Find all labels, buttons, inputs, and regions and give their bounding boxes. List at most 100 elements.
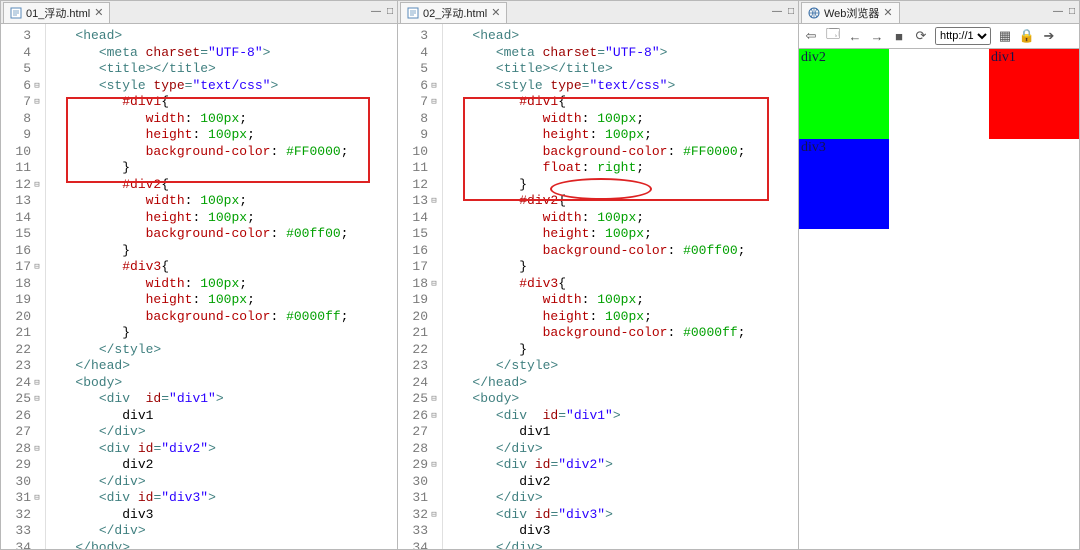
line-number[interactable]: 10 [1,144,43,161]
fold-icon[interactable]: ⊟ [33,177,41,194]
line-number[interactable]: 25⊟ [1,391,43,408]
line-number[interactable]: 13⊟ [398,193,440,210]
code-line[interactable]: background-color: #0000ff; [52,309,391,326]
line-number[interactable]: 25⊟ [398,391,440,408]
fold-icon[interactable]: ⊟ [430,408,438,425]
line-number[interactable]: 17⊟ [1,259,43,276]
line-number[interactable]: 15 [398,226,440,243]
stop-icon[interactable]: ■ [891,28,907,44]
code-line[interactable]: div3 [52,507,391,524]
minimize-icon[interactable]: — [371,7,381,17]
line-number[interactable]: 18⊟ [398,276,440,293]
line-number[interactable]: 15 [1,226,43,243]
code-line[interactable]: </style> [449,358,792,375]
line-number[interactable]: 16 [398,243,440,260]
line-number[interactable]: 9 [1,127,43,144]
line-number[interactable]: 18 [1,276,43,293]
code-line[interactable]: } [449,177,792,194]
maximize-icon[interactable]: □ [387,7,393,17]
line-number[interactable]: 12 [398,177,440,194]
fold-icon[interactable]: ⊟ [33,94,41,111]
fold-icon[interactable]: ⊟ [430,391,438,408]
line-number[interactable]: 33 [398,523,440,540]
code-line[interactable]: <body> [449,391,792,408]
go-icon[interactable]: ➔ [1041,28,1057,44]
code-line[interactable]: width: 100px; [52,111,391,128]
line-number[interactable]: 23 [1,358,43,375]
line-number[interactable]: 7⊟ [1,94,43,111]
editor-2[interactable]: 3456⊟7⊟8910111213⊟1415161718⊟19202122232… [398,24,798,549]
refresh-icon[interactable]: ⟳ [913,28,929,44]
lock-icon[interactable]: 🔒 [1019,28,1035,44]
line-number[interactable]: 22 [398,342,440,359]
code-line[interactable]: <div id="div1"> [449,408,792,425]
code-line[interactable]: background-color: #00ff00; [449,243,792,260]
code-line[interactable]: #div1{ [449,94,792,111]
line-number[interactable]: 14 [1,210,43,227]
fold-icon[interactable]: ⊟ [33,441,41,458]
tab-02-float[interactable]: 02_浮动.html ✕ [400,2,507,23]
code-line[interactable]: } [52,325,391,342]
editor-1[interactable]: 3456⊟7⊟89101112⊟1314151617⊟1819202122232… [1,24,397,549]
tab-web-browser[interactable]: Web浏览器 ✕ [801,2,900,23]
line-gutter[interactable]: 3456⊟7⊟89101112⊟1314151617⊟1819202122232… [1,24,46,549]
code-line[interactable]: width: 100px; [449,111,792,128]
code-line[interactable]: div1 [449,424,792,441]
line-number[interactable]: 19 [398,292,440,309]
code-line[interactable]: height: 100px; [449,309,792,326]
code-line[interactable]: </body> [52,540,391,550]
line-number[interactable]: 4 [1,45,43,62]
line-number[interactable]: 3 [1,28,43,45]
tab-close-icon[interactable]: ✕ [491,6,500,19]
code-line[interactable]: } [449,342,792,359]
window-icon[interactable]: 🗔 [825,28,841,44]
fold-icon[interactable]: ⊟ [430,94,438,111]
grid-icon[interactable]: ▦ [997,28,1013,44]
tab-close-icon[interactable]: ✕ [94,6,103,19]
code-line[interactable]: #div2{ [52,177,391,194]
code-line[interactable]: width: 100px; [449,292,792,309]
maximize-icon[interactable]: □ [1069,7,1075,17]
line-number[interactable]: 34 [1,540,43,550]
code-line[interactable]: div3 [449,523,792,540]
code-line[interactable]: div1 [52,408,391,425]
tab-close-icon[interactable]: ✕ [883,6,892,19]
code-line[interactable]: width: 100px; [52,276,391,293]
code-line[interactable]: background-color: #00ff00; [52,226,391,243]
fold-icon[interactable]: ⊟ [430,457,438,474]
line-number[interactable]: 21 [398,325,440,342]
line-number[interactable]: 8 [1,111,43,128]
line-number[interactable]: 19 [1,292,43,309]
line-number[interactable]: 30 [398,474,440,491]
line-number[interactable]: 20 [398,309,440,326]
code-line[interactable]: </div> [52,424,391,441]
line-number[interactable]: 26 [1,408,43,425]
line-number[interactable]: 6⊟ [398,78,440,95]
code-line[interactable]: <style type="text/css"> [449,78,792,95]
line-number[interactable]: 22 [1,342,43,359]
code-line[interactable]: background-color: #FF0000; [52,144,391,161]
fold-icon[interactable]: ⊟ [33,259,41,276]
fold-icon[interactable]: ⊟ [33,391,41,408]
line-number[interactable]: 29 [1,457,43,474]
code-line[interactable]: height: 100px; [449,226,792,243]
line-number[interactable]: 6⊟ [1,78,43,95]
line-number[interactable]: 30 [1,474,43,491]
code-line[interactable]: height: 100px; [52,210,391,227]
code-line[interactable]: float: right; [449,160,792,177]
code-line[interactable]: <head> [449,28,792,45]
code-line[interactable]: div2 [449,474,792,491]
line-number[interactable]: 21 [1,325,43,342]
code-line[interactable]: <body> [52,375,391,392]
line-number[interactable]: 27 [398,424,440,441]
code-line[interactable]: </div> [449,540,792,550]
code-line[interactable]: } [449,259,792,276]
code-line[interactable]: width: 100px; [52,193,391,210]
line-number[interactable]: 32 [1,507,43,524]
fold-icon[interactable]: ⊟ [430,276,438,293]
code-line[interactable]: <head> [52,28,391,45]
code-line[interactable]: <title></title> [52,61,391,78]
code-line[interactable]: height: 100px; [52,292,391,309]
line-number[interactable]: 32⊟ [398,507,440,524]
code-line[interactable]: </div> [52,474,391,491]
